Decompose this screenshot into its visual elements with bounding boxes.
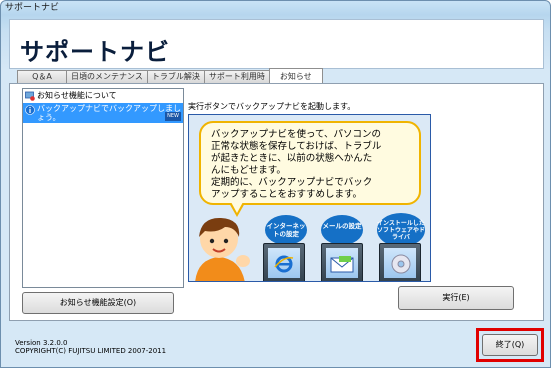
window-title: サポートナビ — [5, 3, 60, 13]
bubble-line: が起きたときに、以前の状態へかんた — [211, 153, 373, 164]
tab-troubleshooting[interactable]: トラブル解決 — [146, 70, 205, 83]
list-item-selected[interactable]: バックアップナビでバックアップしましょう。 NEW — [23, 103, 183, 123]
bubble-line: バックアップナビを使って、パソコンの — [211, 129, 382, 140]
disc-icon — [391, 254, 411, 274]
tab-qa[interactable]: Q＆A — [17, 70, 67, 83]
copyright-text: COPYRIGHT(C) FUJITSU LIMITED 2007-2011 — [15, 347, 167, 355]
description-text: 実行ボタンでバックアップナビを起動します。 — [188, 102, 356, 111]
tab-notices[interactable]: お知らせ — [268, 68, 323, 83]
list-item-label: バックアップナビでバックアップしましょう。 — [37, 104, 181, 122]
info-icon — [25, 105, 35, 115]
notice-settings-button[interactable]: お知らせ機能設定(O) — [22, 292, 174, 314]
bubble-line: 定期的に、バックアップナビでバック — [211, 177, 373, 188]
list-item-label: お知らせ機能について — [37, 91, 117, 100]
new-badge: NEW — [165, 112, 181, 121]
app-window: サポートナビ サポートナビ Q＆A 日頃のメンテナンス トラブル解決 サポート利… — [0, 0, 551, 368]
list-item[interactable]: お知らせ機能について — [23, 89, 183, 103]
tab-bar: Q＆A 日頃のメンテナンス トラブル解決 サポート利用時 お知らせ — [17, 68, 323, 84]
monitor-software-icon — [379, 243, 421, 281]
ie-icon — [274, 255, 294, 273]
close-button[interactable]: 終了(Q) — [482, 334, 538, 356]
speech-bubble: バックアップナビを使って、パソコンの 正常な状態を保存しておけば、トラブル が起… — [199, 121, 421, 205]
backup-illustration: バックアップナビを使って、パソコンの 正常な状態を保存しておけば、トラブル が起… — [188, 114, 431, 282]
tab-support[interactable]: サポート利用時 — [203, 70, 270, 83]
bubble-line: んにもどせます。 — [211, 165, 286, 176]
bubble-tail-inner — [231, 202, 243, 213]
monitor-mail-icon — [321, 243, 363, 281]
monitor-internet-icon — [263, 243, 305, 281]
bubble-line: アップすることをおすすめします。 — [211, 189, 363, 200]
mail-settings-label: メールの設定 — [321, 215, 363, 245]
tab-content-panel: お知らせ機能について バックアップナビでバックアップしましょう。 NEW お知ら… — [9, 83, 544, 321]
tab-maintenance[interactable]: 日頃のメンテナンス — [66, 70, 148, 83]
bubble-line: 正常な状態を保存しておけば、トラブル — [211, 141, 382, 152]
version-text: Version 3.2.0.0 — [15, 339, 68, 347]
mail-icon — [330, 256, 354, 273]
notice-info-icon — [25, 91, 35, 101]
execute-button[interactable]: 実行(E) — [398, 286, 514, 310]
internet-settings-label: インターネットの設定 — [265, 215, 307, 245]
app-header: サポートナビ — [9, 19, 544, 69]
notice-list[interactable]: お知らせ機能について バックアップナビでバックアップしましょう。 NEW — [22, 88, 184, 288]
app-title: サポートナビ — [20, 38, 170, 66]
version-info: Version 3.2.0.0 COPYRIGHT(C) FUJITSU LIM… — [15, 339, 166, 355]
installed-software-label: インストールしたソフトウェアやドライバ — [377, 213, 425, 247]
boy-character-icon — [195, 217, 250, 281]
